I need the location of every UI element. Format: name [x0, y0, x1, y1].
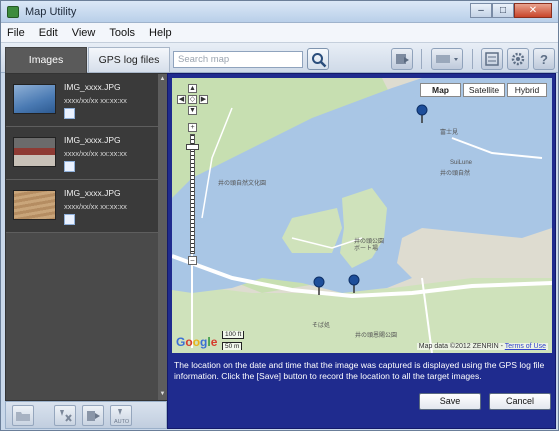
help-icon: ?	[540, 52, 548, 67]
map-view[interactable]: 井の頭自然文化園 富士見 井の頭公園 ボート場 そば処 井の頭恩賜公園 SuiL…	[172, 78, 552, 353]
map-type-hybrid-button[interactable]: Hybrid	[507, 83, 547, 97]
tab-images[interactable]: Images	[5, 47, 87, 73]
map-credit-text: Map data ©2012 ZENRIN -	[418, 343, 505, 350]
gps-info-text: The location on the date and time that t…	[174, 360, 545, 381]
window-title: Map Utility	[25, 6, 77, 18]
map-type-map-button[interactable]: Map	[420, 83, 461, 97]
map-utility-window: Map Utility – □ ✕ File Edit View Tools H…	[0, 0, 559, 431]
menu-view[interactable]: View	[72, 27, 96, 39]
map-place-label: そば処	[312, 323, 331, 329]
map-place-label: 井の頭自然	[440, 171, 471, 177]
image-name: IMG_xxxx.JPG	[64, 188, 121, 198]
remove-location-button[interactable]	[54, 405, 76, 426]
pan-right-icon[interactable]: ▶	[199, 95, 208, 104]
remove-location-icon	[60, 410, 72, 422]
auto-location-icon: AUTO	[114, 409, 130, 425]
zoom-slider[interactable]	[190, 134, 195, 254]
google-logo: Google	[176, 335, 218, 349]
image-list-panel: IMG_xxxx.JPG xxxx/xx/xx xx:xx:xx IMG_xxx…	[5, 73, 167, 401]
menu-help[interactable]: Help	[149, 27, 172, 39]
svg-text:?: ?	[540, 52, 548, 67]
tab-gps-log-files[interactable]: GPS log files	[88, 47, 170, 73]
map-canvas	[172, 78, 552, 353]
map-pin-icon[interactable]	[348, 274, 360, 294]
image-name: IMG_xxxx.JPG	[64, 82, 121, 92]
title-bar: Map Utility – □ ✕	[1, 1, 558, 23]
app-icon	[7, 6, 19, 18]
minimize-button[interactable]: –	[470, 3, 492, 18]
pan-up-icon[interactable]: ▲	[188, 84, 197, 93]
toolbar: Images GPS log files Search map ?	[1, 43, 558, 73]
scroll-up-arrow-icon[interactable]: ▲	[159, 76, 166, 83]
image-list-scrollbar[interactable]: ▲ ▼	[158, 74, 167, 400]
image-list-item[interactable]: IMG_xxxx.JPG xxxx/xx/xx xx:xx:xx	[6, 127, 158, 180]
menu-tools[interactable]: Tools	[109, 27, 135, 39]
pan-center-icon[interactable]: ◇	[188, 95, 197, 104]
open-folder-button[interactable]	[12, 405, 34, 426]
gps-tag-icon	[64, 161, 75, 172]
image-list-item[interactable]: IMG_xxxx.JPG xxxx/xx/xx xx:xx:xx	[6, 180, 158, 233]
image-datetime: xxxx/xx/xx xx:xx:xx	[64, 149, 127, 158]
map-panel: 井の頭自然文化園 富士見 井の頭公園 ボート場 そば処 井の頭恩賜公園 SuiL…	[167, 73, 556, 429]
terms-of-use-link[interactable]: Terms of Use	[505, 343, 546, 350]
map-place-label: ボート場	[354, 246, 379, 252]
search-input[interactable]: Search map	[173, 51, 303, 68]
map-place-label: 井の頭自然文化園	[218, 181, 267, 187]
map-place-label: 井の頭恩賜公園	[355, 333, 398, 339]
image-name: IMG_xxxx.JPG	[64, 135, 121, 145]
close-button[interactable]: ✕	[514, 3, 552, 18]
maximize-button[interactable]: □	[492, 3, 514, 18]
apply-location-button[interactable]	[82, 405, 104, 426]
search-icon	[312, 53, 327, 68]
image-datetime: xxxx/xx/xx xx:xx:xx	[64, 202, 127, 211]
image-list-item[interactable]: IMG_xxxx.JPG xxxx/xx/xx xx:xx:xx	[6, 74, 158, 127]
image-thumbnail	[13, 190, 56, 220]
export-button[interactable]	[391, 48, 413, 70]
settings-button[interactable]	[507, 48, 529, 70]
cancel-button[interactable]: Cancel	[489, 393, 551, 410]
map-place-label: 富士見	[440, 130, 459, 136]
search-button[interactable]	[307, 48, 329, 70]
window-controls: – □ ✕	[470, 3, 552, 18]
save-button[interactable]: Save	[419, 393, 481, 410]
pan-left-icon[interactable]: ◀	[177, 95, 186, 104]
map-scale-meters: 50 m	[222, 342, 243, 350]
map-scale-feet: 100 ft	[222, 331, 245, 339]
map-pin-icon[interactable]	[416, 104, 428, 124]
auto-location-button[interactable]: AUTO	[110, 405, 132, 426]
scroll-down-arrow-icon[interactable]: ▼	[159, 391, 166, 398]
image-thumbnail	[13, 84, 56, 114]
device-dropdown-button[interactable]	[431, 48, 463, 70]
map-type-satellite-button[interactable]: Satellite	[463, 83, 505, 97]
map-credit: Map data ©2012 ZENRIN - Terms of Use	[416, 343, 548, 350]
image-datetime: xxxx/xx/xx xx:xx:xx	[64, 96, 127, 105]
map-pin-icon[interactable]	[313, 276, 325, 296]
menu-file[interactable]: File	[7, 27, 25, 39]
menu-bar: File Edit View Tools Help	[1, 23, 558, 43]
zoom-in-icon[interactable]: +	[188, 123, 197, 132]
map-place-label: SuiLune	[450, 160, 473, 166]
apply-location-icon	[87, 411, 100, 421]
image-list-toolbar: AUTO	[5, 401, 167, 429]
list-settings-icon	[485, 52, 499, 66]
svg-text:AUTO: AUTO	[114, 419, 130, 425]
toolbar-separator	[472, 49, 473, 69]
menu-edit[interactable]: Edit	[39, 27, 58, 39]
folder-icon	[16, 412, 30, 421]
preferences-button[interactable]	[481, 48, 503, 70]
help-button[interactable]: ?	[533, 48, 555, 70]
pan-down-icon[interactable]: ▼	[188, 106, 197, 115]
zoom-out-icon[interactable]: –	[188, 256, 197, 265]
image-thumbnail	[13, 137, 56, 167]
toolbar-separator	[421, 49, 422, 69]
gps-tag-icon	[64, 108, 75, 119]
zoom-slider-handle[interactable]	[186, 144, 199, 150]
gps-tag-icon	[64, 214, 75, 225]
settings-icon	[511, 52, 525, 66]
gps-marker-icon	[396, 54, 409, 64]
device-icon	[436, 55, 458, 63]
